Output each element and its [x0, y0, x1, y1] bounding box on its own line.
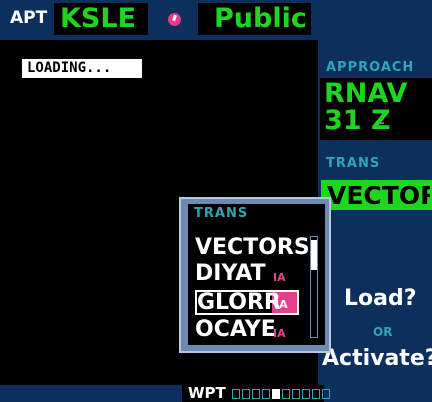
transition-item-diyat[interactable]: DIYAT	[195, 262, 266, 286]
page-segment	[312, 389, 320, 399]
page-segment	[262, 389, 270, 399]
airport-type-field: Public	[198, 3, 311, 35]
gps-overlay-icon	[376, 111, 388, 128]
page-segment	[292, 389, 300, 399]
page-tag: APT	[10, 8, 48, 28]
transition-field[interactable]: VECTORS	[321, 180, 432, 210]
loading-status: LOADING...	[22, 59, 142, 78]
page-segment	[242, 389, 250, 399]
transition-tag-diyat: IA	[273, 271, 286, 284]
scrollbar-thumb[interactable]	[311, 240, 317, 270]
transition-item-glorr[interactable]: GLORR	[197, 291, 281, 315]
page-segment	[232, 389, 240, 399]
page-segment	[302, 389, 310, 399]
transition-item-ocaye[interactable]: OCAYE	[195, 318, 276, 342]
approach-label: APPROACH	[326, 60, 415, 75]
page-segment	[322, 389, 330, 399]
load-button[interactable]: Load?	[344, 286, 417, 311]
page-segment	[252, 389, 260, 399]
gps-screen: APT KSLE Public APPROACH RNAV 31 Z TRANS…	[0, 0, 432, 402]
popup-title: TRANS	[194, 206, 249, 221]
or-separator: OR	[373, 325, 393, 339]
transition-item-vectors[interactable]: VECTORS	[195, 236, 310, 260]
transition-tag-ocaye: IA	[273, 327, 286, 340]
transition-label: TRANS	[326, 156, 381, 171]
airport-type-icon	[168, 13, 181, 26]
approach-name-line1: RNAV	[324, 78, 408, 109]
transition-tag-glorr: IA	[275, 298, 288, 311]
page-group-label: WPT	[188, 384, 226, 402]
page-segment	[272, 389, 280, 399]
activate-button[interactable]: Activate?	[322, 346, 432, 371]
page-segment	[282, 389, 290, 399]
airport-identifier-field[interactable]: KSLE	[54, 3, 148, 35]
